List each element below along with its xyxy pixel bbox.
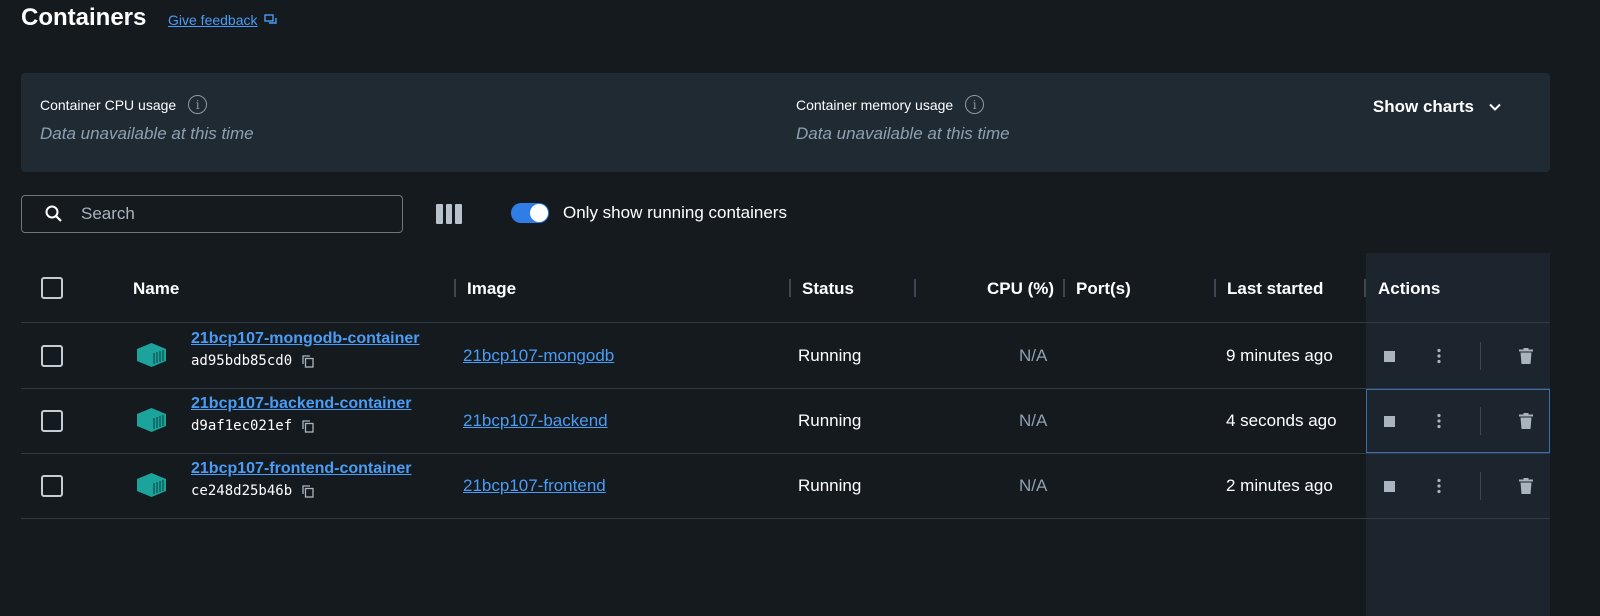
trash-icon[interactable] (1519, 413, 1533, 429)
cpu-usage-label: Container CPU usage (40, 96, 177, 113)
trash-icon[interactable] (1519, 478, 1533, 494)
column-header-ports[interactable]: Port(s) (1076, 279, 1131, 299)
toggle-knob (530, 204, 548, 222)
column-header-actions: Actions (1378, 279, 1441, 298)
image-link[interactable]: 21bcp107-mongodb (463, 346, 614, 366)
image-link[interactable]: 21bcp107-frontend (463, 476, 606, 496)
running-only-toggle[interactable] (511, 203, 549, 223)
image-link[interactable]: 21bcp107-backend (463, 411, 608, 431)
table-row[interactable]: 21bcp107-backend-container d9af1ec021ef … (21, 389, 1550, 454)
container-name-cell: 21bcp107-frontend-container ce248d25b46b (191, 460, 411, 499)
cpu-usage-stat: Container CPU usage i Data unavailable a… (40, 95, 254, 144)
memory-usage-value: Data unavailable at this time (796, 124, 1010, 143)
more-vertical-icon[interactable] (1436, 478, 1442, 494)
container-id: ce248d25b46b (191, 483, 293, 499)
status-text: Running (798, 476, 862, 495)
status-text: Running (798, 411, 862, 430)
container-id: d9af1ec021ef (191, 418, 293, 434)
table-row[interactable]: 21bcp107-mongodb-container ad95bdb85cd0 … (21, 324, 1550, 389)
containers-page: Containers Give feedback Container CPU u… (0, 0, 1600, 616)
memory-usage-label: Container memory usage (796, 96, 954, 113)
column-separator[interactable] (1364, 279, 1366, 297)
chevron-down-icon (1489, 103, 1501, 111)
usage-stats-panel: Container CPU usage i Data unavailable a… (21, 73, 1550, 172)
cpu-value: N/A (1019, 476, 1048, 495)
column-separator[interactable] (1063, 279, 1065, 297)
trash-icon[interactable] (1519, 348, 1533, 364)
row-checkbox[interactable] (41, 475, 63, 497)
stop-icon[interactable] (1384, 351, 1395, 362)
status-text: Running (798, 346, 862, 365)
table-header: Name Image Status CPU (%) Port(s) Last s… (21, 253, 1550, 323)
show-charts-button[interactable]: Show charts (1373, 97, 1502, 117)
column-header-name[interactable]: Name (133, 279, 179, 299)
memory-usage-stat: Container memory usage i Data unavailabl… (796, 95, 1010, 144)
last-started-value: 9 minutes ago (1226, 346, 1333, 365)
more-vertical-icon[interactable] (1436, 348, 1442, 364)
info-icon[interactable]: i (188, 95, 208, 114)
table-row[interactable]: 21bcp107-frontend-container ce248d25b46b… (21, 454, 1550, 519)
copy-icon[interactable] (302, 354, 314, 368)
more-vertical-icon[interactable] (1436, 413, 1442, 429)
column-view-icon[interactable] (436, 204, 463, 224)
column-header-cpu[interactable]: CPU (%) (987, 279, 1054, 299)
copy-icon[interactable] (302, 419, 314, 433)
stop-icon[interactable] (1384, 416, 1395, 427)
last-started-value: 2 minutes ago (1226, 476, 1333, 495)
running-only-label: Only show running containers (563, 203, 787, 222)
column-separator[interactable] (1214, 279, 1216, 297)
copy-icon[interactable] (302, 484, 314, 498)
chat-bubbles-icon (263, 14, 277, 24)
cpu-value: N/A (1019, 346, 1048, 365)
give-feedback-link[interactable]: Give feedback (168, 12, 278, 28)
container-icon (137, 343, 166, 367)
cpu-usage-value: Data unavailable at this time (40, 124, 254, 143)
container-name-link[interactable]: 21bcp107-mongodb-container (191, 330, 419, 348)
stop-icon[interactable] (1384, 481, 1395, 492)
search-input[interactable] (81, 204, 361, 224)
search-icon (45, 205, 62, 222)
cpu-value: N/A (1019, 411, 1048, 430)
page-title: Containers (21, 4, 147, 31)
action-divider (1480, 407, 1481, 435)
container-name-link[interactable]: 21bcp107-frontend-container (191, 460, 411, 478)
container-icon (137, 473, 166, 497)
action-divider (1480, 342, 1481, 370)
last-started-value: 4 seconds ago (1226, 411, 1337, 430)
column-separator[interactable] (914, 279, 916, 297)
container-name-cell: 21bcp107-mongodb-container ad95bdb85cd0 (191, 330, 419, 369)
container-name-cell: 21bcp107-backend-container d9af1ec021ef (191, 395, 412, 434)
row-checkbox[interactable] (41, 410, 63, 432)
give-feedback-label: Give feedback (168, 12, 258, 28)
row-checkbox[interactable] (41, 345, 63, 367)
column-header-image[interactable]: Image (467, 279, 516, 299)
column-header-status[interactable]: Status (802, 279, 854, 299)
show-charts-label: Show charts (1372, 97, 1474, 116)
action-divider (1480, 472, 1481, 500)
search-box[interactable] (21, 195, 403, 233)
container-name-link[interactable]: 21bcp107-backend-container (191, 395, 412, 413)
select-all-checkbox[interactable] (41, 277, 63, 299)
container-id: ad95bdb85cd0 (191, 353, 293, 369)
container-icon (137, 408, 166, 432)
column-header-last-started[interactable]: Last started (1227, 279, 1323, 299)
info-icon[interactable]: i (965, 95, 985, 114)
column-separator[interactable] (454, 279, 456, 297)
column-separator[interactable] (789, 279, 791, 297)
